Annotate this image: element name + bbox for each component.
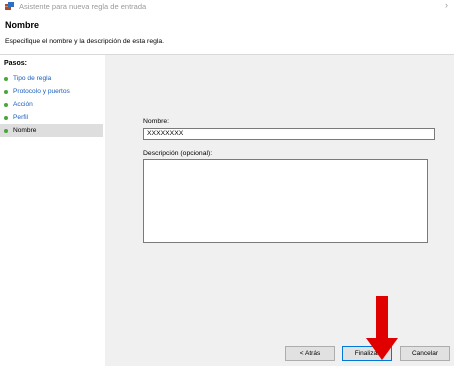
step-label: Protocolo y puertos [13, 88, 70, 95]
name-input[interactable]: XXXXXXXX [143, 128, 435, 140]
steps-pane: Pasos: Tipo de regla Protocolo y puertos… [0, 55, 103, 366]
close-icon[interactable]: › [445, 0, 448, 10]
step-label: Nombre [13, 127, 37, 134]
title-bar: Asistente para nueva regla de entrada › [0, 0, 454, 14]
step-item-perfil[interactable]: Perfil [0, 111, 103, 124]
step-item-nombre[interactable]: Nombre [0, 124, 103, 137]
step-item-accion[interactable]: Acción [0, 98, 103, 111]
green-dot-icon [4, 102, 8, 107]
red-arrow-icon [366, 296, 398, 360]
description-textarea[interactable] [143, 159, 428, 243]
steps-heading: Pasos: [4, 60, 27, 67]
page-subtitle: Especifique el nombre y la descripción d… [5, 38, 165, 45]
description-label: Descripción (opcional): [143, 150, 213, 157]
step-label: Acción [13, 101, 33, 108]
step-label: Tipo de regla [13, 75, 52, 82]
cancel-button[interactable]: Cancelar [400, 346, 450, 361]
name-label: Nombre: [143, 118, 170, 125]
green-dot-icon [4, 128, 8, 133]
firewall-icon [5, 2, 14, 10]
back-button[interactable]: < Atrás [285, 346, 335, 361]
step-label: Perfil [13, 114, 29, 121]
green-dot-icon [4, 76, 8, 81]
green-dot-icon [4, 115, 8, 120]
window-title: Asistente para nueva regla de entrada [19, 2, 147, 11]
green-dot-icon [4, 89, 8, 94]
step-item-tipo-de-regla[interactable]: Tipo de regla [0, 72, 103, 85]
page-title: Nombre [5, 20, 40, 30]
steps-list: Tipo de regla Protocolo y puertos Acción… [0, 72, 103, 137]
step-item-protocolo-y-puertos[interactable]: Protocolo y puertos [0, 85, 103, 98]
